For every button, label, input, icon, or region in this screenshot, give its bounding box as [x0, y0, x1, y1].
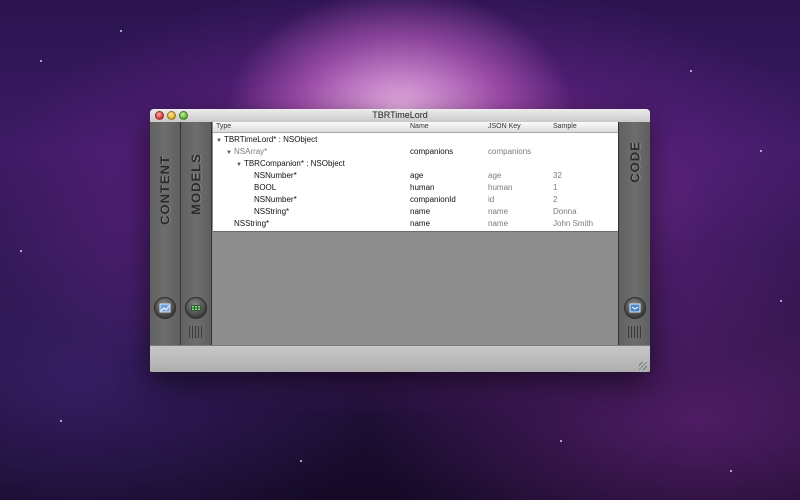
table-row[interactable]: NSNumber* age age 32 — [213, 170, 618, 182]
type-cell: NSArray* — [233, 147, 268, 156]
table-row[interactable]: ▼ NSArray* companions companions — [213, 146, 618, 158]
code-resize-grip[interactable] — [627, 326, 642, 338]
code-panel[interactable]: CODE — [618, 122, 650, 345]
disclosure-triangle-icon[interactable]: ▼ — [226, 150, 232, 156]
models-panel-label: MODELS — [188, 153, 204, 215]
type-cell: TBRCompanion* : NSObject — [243, 159, 345, 168]
name-cell: name — [410, 219, 431, 228]
window-title: TBRTimeLord — [372, 110, 428, 120]
model-outline-area: Type Name JSON Key Sample ▼ TBRTimeLord* … — [212, 122, 618, 345]
table-row[interactable]: ▼ TBRTimeLord* : NSObject — [213, 134, 618, 146]
json-key-cell: name — [488, 219, 509, 228]
disclosure-triangle-icon[interactable]: ▼ — [236, 162, 242, 168]
table-row[interactable]: NSString* name name John Smith — [213, 218, 618, 230]
export-code-icon — [629, 303, 640, 313]
table-row[interactable]: ▼ TBRCompanion* : NSObject — [213, 158, 618, 170]
grid-icon — [191, 305, 201, 311]
json-key-cell: human — [488, 183, 513, 192]
app-window: TBRTimeLord CONTENT MODELS Type Name JSO… — [150, 109, 650, 372]
type-cell: NSNumber* — [254, 195, 297, 204]
title-bar[interactable]: TBRTimeLord — [150, 109, 650, 123]
models-panel[interactable]: MODELS — [181, 122, 212, 345]
name-cell: companionId — [410, 195, 456, 204]
table-header: Type Name JSON Key Sample — [213, 122, 618, 133]
sample-cell: Donna — [553, 207, 577, 216]
code-panel-label: CODE — [627, 141, 642, 183]
type-cell: NSNumber* — [254, 171, 297, 180]
name-cell: name — [410, 207, 431, 216]
json-key-cell: age — [488, 171, 502, 180]
bottom-bar — [150, 345, 650, 372]
table-row[interactable]: BOOL human human 1 — [213, 182, 618, 194]
sample-cell: 32 — [553, 171, 562, 180]
type-cell: NSString* — [254, 207, 290, 216]
models-button[interactable] — [185, 297, 207, 319]
json-key-cell: name — [488, 207, 509, 216]
column-header-type[interactable]: Type — [216, 122, 231, 132]
window-resize-handle[interactable] — [639, 362, 647, 370]
json-key-cell: companions — [488, 147, 532, 156]
sample-cell: John Smith — [553, 219, 594, 228]
content-panel-label: CONTENT — [157, 155, 173, 225]
sample-cell: 2 — [553, 195, 558, 204]
content-panel[interactable]: CONTENT — [150, 122, 181, 345]
name-cell: companions — [410, 147, 454, 156]
type-cell: NSString* — [234, 219, 270, 228]
name-cell: human — [410, 183, 435, 192]
name-cell: age — [410, 171, 424, 180]
models-resize-grip[interactable] — [189, 326, 203, 338]
image-edit-icon — [159, 303, 171, 313]
json-key-cell: id — [488, 195, 495, 204]
column-header-sample[interactable]: Sample — [553, 122, 577, 132]
column-header-name[interactable]: Name — [410, 122, 429, 132]
table-row[interactable]: NSString* name name Donna — [213, 206, 618, 218]
content-button[interactable] — [154, 297, 176, 319]
type-cell: BOOL — [254, 183, 277, 192]
column-header-json-key[interactable]: JSON Key — [488, 122, 521, 132]
table-row[interactable]: NSNumber* companionId id 2 — [213, 194, 618, 206]
model-table[interactable]: Type Name JSON Key Sample ▼ TBRTimeLord* … — [213, 122, 618, 232]
disclosure-triangle-icon[interactable]: ▼ — [216, 138, 222, 144]
type-cell: TBRTimeLord* : NSObject — [223, 135, 318, 144]
sample-cell: 1 — [553, 183, 558, 192]
code-button[interactable] — [623, 297, 646, 319]
